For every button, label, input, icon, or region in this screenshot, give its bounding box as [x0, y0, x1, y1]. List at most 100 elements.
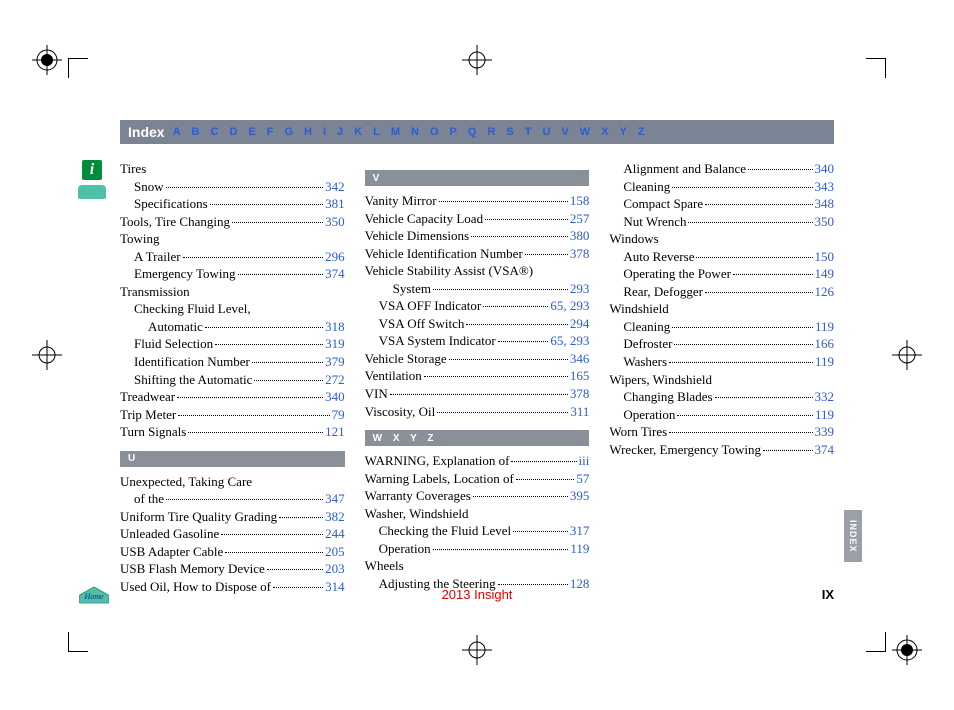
index-entry: Viscosity, Oil311 [365, 403, 590, 421]
nav-letter[interactable]: U [542, 126, 550, 138]
entry-page-ref[interactable]: 318 [325, 318, 345, 336]
entry-page-ref[interactable]: 244 [325, 525, 345, 543]
entry-page-ref[interactable]: 119 [570, 540, 589, 558]
leader-dots [439, 201, 568, 202]
leader-dots [166, 187, 324, 188]
nav-letter[interactable]: B [192, 126, 200, 138]
registration-mark [32, 45, 62, 75]
nav-letter[interactable]: X [601, 126, 608, 138]
leader-dots [221, 534, 323, 535]
entry-label: Alignment and Balance [623, 160, 746, 178]
entry-page-ref[interactable]: 350 [815, 213, 835, 231]
entry-page-ref[interactable]: 374 [815, 441, 835, 459]
nav-letter[interactable]: M [391, 126, 400, 138]
entry-page-ref[interactable]: 65, 293 [550, 297, 589, 315]
entry-page-ref[interactable]: 350 [325, 213, 345, 231]
leader-dots [225, 552, 323, 553]
entry-page-ref[interactable]: 343 [815, 178, 835, 196]
entry-page-ref[interactable]: 158 [570, 192, 590, 210]
nav-letter[interactable]: S [506, 126, 513, 138]
entry-label: Washers [623, 353, 667, 371]
entry-page-ref[interactable]: 149 [815, 265, 835, 283]
index-entry: Vehicle Stability Assist (VSA®) [365, 262, 590, 280]
entry-page-ref[interactable]: 121 [325, 423, 345, 441]
crop-corner [68, 58, 88, 78]
entry-label: Cleaning [623, 318, 670, 336]
entry-page-ref[interactable]: iii [579, 452, 590, 470]
nav-letter[interactable]: W [580, 126, 590, 138]
entry-page-ref[interactable]: 272 [325, 371, 345, 389]
entry-page-ref[interactable]: 119 [815, 318, 834, 336]
entry-page-ref[interactable]: 319 [325, 335, 345, 353]
nav-letter[interactable]: Z [638, 126, 645, 138]
index-entry: Uniform Tire Quality Grading382 [120, 508, 345, 526]
entry-page-ref[interactable]: 381 [325, 195, 345, 213]
entry-page-ref[interactable]: 257 [570, 210, 590, 228]
nav-letter[interactable]: A [173, 126, 181, 138]
nav-letter[interactable]: H [304, 126, 312, 138]
nav-letter[interactable]: G [284, 126, 293, 138]
entry-page-ref[interactable]: 379 [325, 353, 345, 371]
entry-page-ref[interactable]: 126 [815, 283, 835, 301]
entry-page-ref[interactable]: 311 [570, 403, 589, 421]
entry-page-ref[interactable]: 346 [570, 350, 590, 368]
nav-letter[interactable]: K [354, 126, 362, 138]
nav-letter[interactable]: F [267, 126, 274, 138]
index-entry: Operation119 [609, 406, 834, 424]
entry-page-ref[interactable]: 342 [325, 178, 345, 196]
nav-letter[interactable]: L [373, 126, 380, 138]
nav-letter[interactable]: P [450, 126, 457, 138]
entry-page-ref[interactable]: 57 [576, 470, 589, 488]
entry-page-ref[interactable]: 339 [815, 423, 835, 441]
home-button[interactable]: Home [78, 585, 110, 605]
nav-letter[interactable]: C [210, 126, 218, 138]
entry-page-ref[interactable]: 150 [815, 248, 835, 266]
nav-letter[interactable]: T [525, 126, 532, 138]
entry-page-ref[interactable]: 395 [570, 487, 590, 505]
leader-dots [390, 394, 568, 395]
entry-label: Treadwear [120, 388, 175, 406]
nav-letter[interactable]: N [411, 126, 419, 138]
entry-label: Warning Labels, Location of [365, 470, 514, 488]
entry-page-ref[interactable]: 293 [570, 280, 590, 298]
entry-page-ref[interactable]: 332 [815, 388, 835, 406]
crop-mark [462, 45, 492, 75]
entry-page-ref[interactable]: 378 [570, 385, 590, 403]
entry-page-ref[interactable]: 65, 293 [550, 332, 589, 350]
index-entry: Operation119 [365, 540, 590, 558]
car-icon[interactable] [78, 185, 106, 199]
entry-label: Changing Blades [623, 388, 712, 406]
entry-page-ref[interactable]: 166 [815, 335, 835, 353]
entry-page-ref[interactable]: 119 [815, 353, 834, 371]
entry-page-ref[interactable]: 382 [325, 508, 345, 526]
entry-page-ref[interactable]: 294 [570, 315, 590, 333]
entry-page-ref[interactable]: 165 [570, 367, 590, 385]
entry-page-ref[interactable]: 340 [815, 160, 835, 178]
entry-page-ref[interactable]: 348 [815, 195, 835, 213]
nav-letter[interactable]: R [487, 126, 495, 138]
entry-page-ref[interactable]: 296 [325, 248, 345, 266]
nav-letter[interactable]: J [337, 126, 343, 138]
section-header: W X Y Z [365, 430, 590, 446]
entry-page-ref[interactable]: 203 [325, 560, 345, 578]
nav-letter[interactable]: Y [620, 126, 627, 138]
side-tab-index[interactable]: INDEX [844, 510, 862, 562]
nav-letter[interactable]: Q [468, 126, 477, 138]
nav-letter[interactable]: I [323, 126, 326, 138]
nav-letter[interactable]: V [561, 126, 568, 138]
index-entry: Wheels [365, 557, 590, 575]
entry-page-ref[interactable]: 205 [325, 543, 345, 561]
entry-page-ref[interactable]: 374 [325, 265, 345, 283]
entry-page-ref[interactable]: 380 [570, 227, 590, 245]
entry-page-ref[interactable]: 340 [325, 388, 345, 406]
nav-letter[interactable]: O [430, 126, 439, 138]
entry-page-ref[interactable]: 347 [325, 490, 345, 508]
info-icon[interactable]: i [82, 160, 102, 180]
entry-page-ref[interactable]: 79 [332, 406, 345, 424]
nav-letter[interactable]: D [229, 126, 237, 138]
entry-page-ref[interactable]: 119 [815, 406, 834, 424]
entry-label: VSA Off Switch [379, 315, 465, 333]
entry-page-ref[interactable]: 378 [570, 245, 590, 263]
nav-letter[interactable]: E [248, 126, 255, 138]
entry-page-ref[interactable]: 317 [570, 522, 590, 540]
